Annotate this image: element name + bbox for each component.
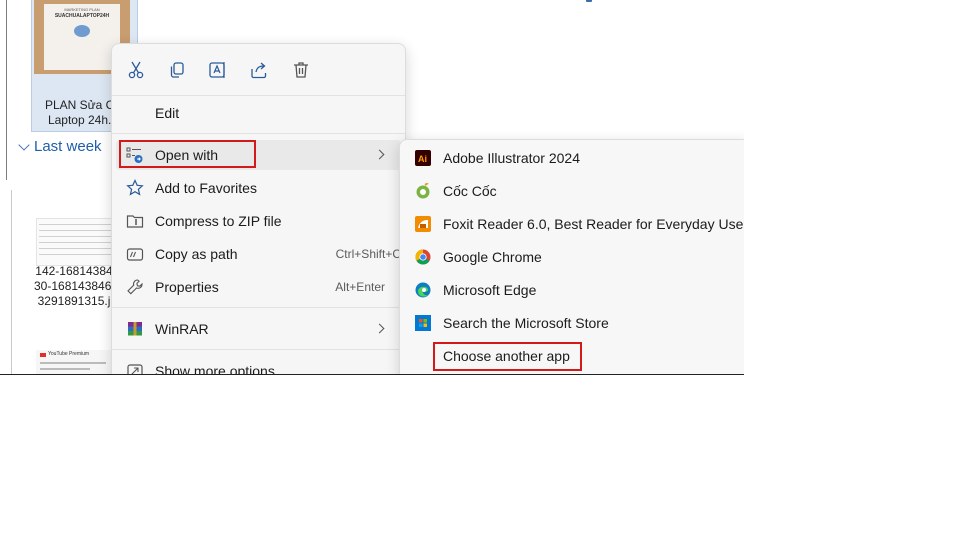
youtube-logo-icon bbox=[40, 353, 46, 357]
menu-item-label: Add to Favorites bbox=[155, 180, 257, 196]
menu-item-label: Properties bbox=[155, 279, 219, 295]
share-button[interactable] bbox=[246, 58, 272, 82]
menu-item-properties[interactable]: Properties Alt+Enter bbox=[116, 272, 401, 302]
file-thumbnail-youtube[interactable]: YouTube Premium bbox=[36, 350, 116, 374]
menu-item-label: Show more options bbox=[155, 363, 275, 375]
group-header-label: Last week bbox=[34, 138, 102, 155]
submenu-item-label: Search the Microsoft Store bbox=[443, 315, 609, 331]
thumbnail-text: YouTube Premium bbox=[48, 351, 90, 357]
submenu-item-chrome[interactable]: Google Chrome bbox=[404, 242, 744, 272]
menu-item-winrar[interactable]: WinRAR bbox=[116, 314, 401, 344]
submenu-item-edge[interactable]: Microsoft Edge bbox=[404, 275, 744, 305]
file-name-line: 30-1681438462 bbox=[34, 279, 114, 293]
highlight-box bbox=[119, 140, 256, 168]
star-icon bbox=[126, 179, 144, 197]
share-icon bbox=[251, 62, 267, 79]
menu-item-show-more-options[interactable]: Show more options bbox=[116, 356, 401, 375]
submenu-item-label: Microsoft Edge bbox=[443, 282, 537, 298]
highlight-box bbox=[433, 342, 582, 371]
winrar-icon bbox=[126, 320, 144, 338]
submenu-item-illustrator[interactable]: Ai Adobe Illustrator 2024 bbox=[404, 143, 744, 173]
partial-icon bbox=[586, 0, 592, 2]
rename-icon bbox=[209, 62, 225, 78]
scroll-divider bbox=[6, 0, 7, 180]
zip-folder-icon bbox=[126, 212, 144, 230]
menu-item-copy-as-path[interactable]: Copy as path Ctrl+Shift+C bbox=[116, 239, 401, 269]
illustrator-icon: Ai bbox=[415, 150, 431, 166]
chevron-down-icon bbox=[18, 138, 30, 151]
cut-icon bbox=[128, 61, 144, 79]
menu-divider bbox=[112, 307, 405, 308]
chrome-icon bbox=[415, 249, 431, 265]
menu-item-label: Edit bbox=[155, 105, 180, 121]
show-more-icon bbox=[126, 362, 144, 374]
thumbnail-line bbox=[40, 362, 106, 364]
context-toolbar bbox=[112, 52, 405, 88]
chevron-right-icon bbox=[374, 323, 385, 334]
submenu-item-microsoft-store[interactable]: Search the Microsoft Store bbox=[404, 308, 744, 338]
thumbnail-line bbox=[40, 368, 90, 370]
rename-button[interactable] bbox=[205, 58, 231, 82]
submenu-item-foxit[interactable]: Foxit Reader 6.0, Best Reader for Everyd… bbox=[404, 209, 744, 239]
menu-divider bbox=[112, 349, 405, 350]
delete-icon bbox=[294, 62, 308, 78]
thumbnail-title: MARKETING PLAN bbox=[64, 7, 100, 12]
delete-button[interactable] bbox=[288, 58, 314, 82]
open-with-submenu: Ai Adobe Illustrator 2024 Cốc Cốc Foxit … bbox=[399, 139, 744, 374]
screenshot-area: MARKETING PLAN SUACHUALAPTOP24H PLAN Sửa… bbox=[0, 0, 744, 375]
svg-text:Ai: Ai bbox=[418, 154, 427, 164]
group-header-last-week[interactable]: Last week bbox=[18, 138, 102, 155]
submenu-item-label: Google Chrome bbox=[443, 249, 542, 265]
copy-icon bbox=[170, 62, 184, 78]
submenu-item-coccoc[interactable]: Cốc Cốc bbox=[404, 176, 744, 206]
context-menu: Edit Open with Add to Favorites Compress… bbox=[111, 43, 406, 375]
copy-button[interactable] bbox=[164, 58, 190, 82]
foxit-icon bbox=[415, 216, 431, 232]
menu-item-label: Compress to ZIP file bbox=[155, 213, 282, 229]
thumbnail-card: MARKETING PLAN SUACHUALAPTOP24H bbox=[44, 4, 120, 70]
coccoc-icon bbox=[415, 183, 431, 199]
menu-item-label: Copy as path bbox=[155, 246, 238, 262]
thumbnail-logo bbox=[74, 25, 90, 37]
menu-item-edit[interactable]: Edit bbox=[116, 98, 401, 128]
menu-item-label: WinRAR bbox=[155, 321, 209, 337]
thumbnail-subtitle: SUACHUALAPTOP24H bbox=[54, 13, 110, 19]
menu-item-add-to-favorites[interactable]: Add to Favorites bbox=[116, 173, 401, 203]
wrench-icon bbox=[126, 278, 144, 296]
shortcut-text: Alt+Enter bbox=[335, 280, 385, 294]
submenu-item-label: Foxit Reader 6.0, Best Reader for Everyd… bbox=[443, 216, 744, 232]
scroll-divider-lower bbox=[11, 190, 12, 374]
store-icon bbox=[415, 315, 431, 331]
submenu-item-label: Cốc Cốc bbox=[443, 183, 497, 199]
edge-icon bbox=[415, 282, 431, 298]
file-name-line: 3291891315.j bbox=[37, 294, 111, 308]
menu-divider bbox=[112, 95, 405, 96]
file-name[interactable]: 142-16814384 30-1681438462 3291891315.j bbox=[34, 264, 114, 309]
shortcut-text: Ctrl+Shift+C bbox=[335, 247, 401, 261]
copy-path-icon bbox=[126, 245, 144, 263]
chevron-right-icon bbox=[374, 149, 385, 160]
submenu-item-label: Adobe Illustrator 2024 bbox=[443, 150, 580, 166]
menu-divider bbox=[112, 133, 405, 134]
cut-button[interactable] bbox=[123, 58, 149, 82]
file-name-line: 142-16814384 bbox=[35, 264, 113, 278]
menu-item-compress-zip[interactable]: Compress to ZIP file bbox=[116, 206, 401, 236]
file-thumbnail-table[interactable] bbox=[36, 218, 118, 266]
